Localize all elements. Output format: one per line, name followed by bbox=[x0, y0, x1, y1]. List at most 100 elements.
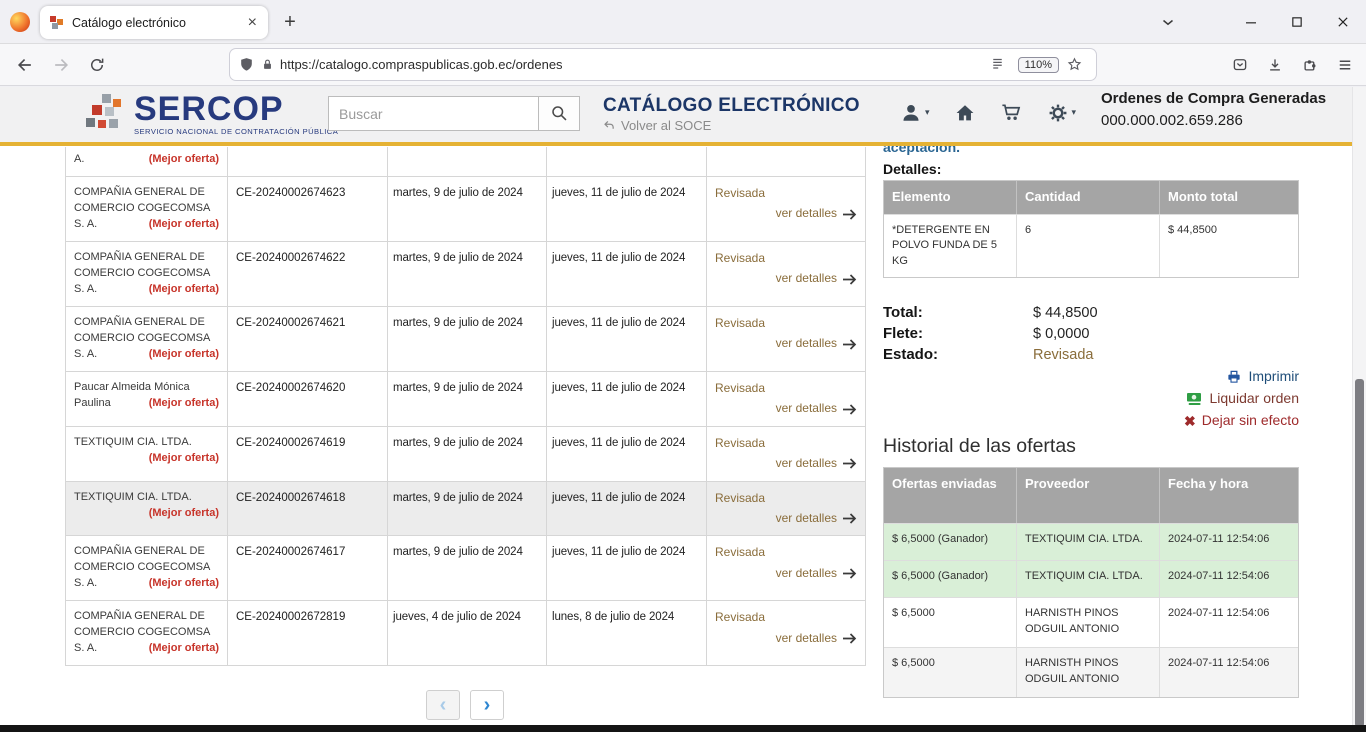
order-status: Revisada bbox=[715, 380, 857, 397]
delivery-date-cell: jueves, 11 de julio de 2024 bbox=[547, 242, 707, 306]
provider-cell: COMPAÑIA GENERAL DE COMERCIO COGECOMSA S… bbox=[66, 242, 228, 306]
ver-detalles-label: ver detalles bbox=[776, 270, 837, 287]
order-date-cell: jueves, 4 de julio de 2024 bbox=[388, 601, 547, 665]
browser-tab[interactable]: Catálogo electrónico × bbox=[40, 6, 268, 39]
order-code-cell: CE-20240002674617 bbox=[228, 536, 388, 600]
best-offer-label: (Mejor oferta) bbox=[149, 506, 219, 522]
return-icon bbox=[603, 119, 616, 132]
order-totals: Total: $ 44,8500 Flete: $ 0,0000 Estado:… bbox=[883, 305, 1299, 363]
pagination-next-button[interactable]: › bbox=[470, 690, 504, 720]
search-button[interactable] bbox=[538, 96, 580, 131]
catalog-title: CATÁLOGO ELECTRÓNICO bbox=[603, 95, 860, 117]
sercop-logo[interactable]: SERCOP SERVICIO NACIONAL DE CONTRATACIÓN… bbox=[84, 92, 338, 138]
menu-icon[interactable] bbox=[1327, 48, 1362, 82]
ver-detalles-link[interactable]: ver detalles bbox=[776, 630, 857, 647]
provider-cell: COMPAÑIA GENERAL DE COMERCIO COGECOMSA S… bbox=[66, 601, 228, 665]
ver-detalles-link[interactable]: ver detalles bbox=[776, 205, 857, 222]
total-row: Total: $ 44,8500 bbox=[883, 305, 1299, 321]
offer-provider: HARNISTH PINOS ODGUIL ANTONIO bbox=[1017, 648, 1160, 697]
window-maximize-button[interactable] bbox=[1274, 0, 1320, 44]
ver-detalles-link[interactable]: ver detalles bbox=[776, 400, 857, 417]
new-tab-button[interactable]: + bbox=[276, 9, 304, 37]
details-header-monto: Monto total bbox=[1160, 181, 1298, 214]
best-offer-label: (Mejor oferta) bbox=[149, 451, 219, 467]
ver-detalles-link[interactable]: ver detalles bbox=[776, 455, 857, 472]
details-amount: $ 44,8500 bbox=[1160, 215, 1298, 277]
delivery-date-cell: jueves, 11 de julio de 2024 bbox=[547, 307, 707, 371]
tab-favicon-icon bbox=[49, 15, 64, 30]
liquidar-orden-link[interactable]: Liquidar orden bbox=[1186, 390, 1299, 407]
order-code-cell: CE-20240002674621 bbox=[228, 307, 388, 371]
ver-detalles-label: ver detalles bbox=[776, 205, 837, 222]
arrow-right-icon bbox=[842, 633, 857, 644]
delivery-date-cell: lunes, 8 de julio de 2024 bbox=[547, 601, 707, 665]
page-scrollbar[interactable] bbox=[1352, 87, 1366, 732]
main-content: A. (Mejor oferta)COMPAÑIA GENERAL DE COM… bbox=[0, 146, 1352, 732]
arrow-right-icon bbox=[842, 209, 857, 220]
tracking-shield-icon[interactable] bbox=[238, 56, 255, 73]
sercop-logo-pixels-icon bbox=[84, 92, 130, 138]
tab-close-icon[interactable]: × bbox=[246, 15, 259, 31]
reload-button[interactable] bbox=[80, 48, 114, 82]
firefox-icon[interactable] bbox=[10, 12, 30, 32]
search-input[interactable] bbox=[328, 96, 538, 131]
extensions-icon[interactable] bbox=[1292, 48, 1327, 82]
pagination-prev-button[interactable]: ‹ bbox=[426, 690, 460, 720]
tab-list-chevron-icon[interactable] bbox=[1150, 8, 1186, 36]
pocket-icon[interactable] bbox=[1222, 48, 1257, 82]
delivery-date-cell: jueves, 11 de julio de 2024 bbox=[547, 177, 707, 241]
window-close-button[interactable] bbox=[1320, 0, 1366, 44]
bookmark-star-icon[interactable] bbox=[1066, 56, 1083, 73]
order-code-cell: CE-20240002674618 bbox=[228, 482, 388, 536]
history-header-fecha: Fecha y hora bbox=[1160, 468, 1298, 523]
total-value: $ 44,8500 bbox=[1033, 305, 1098, 321]
offer-amount: $ 6,5000 bbox=[884, 598, 1017, 647]
ver-detalles-link[interactable]: ver detalles bbox=[776, 270, 857, 287]
header-icon-menu: ▾ ▾ bbox=[900, 101, 1076, 124]
details-header-elemento: Elemento bbox=[884, 181, 1017, 214]
imprimir-link[interactable]: Imprimir bbox=[1226, 368, 1299, 385]
arrow-right-icon bbox=[842, 568, 857, 579]
delivery-date-cell: jueves, 11 de julio de 2024 bbox=[547, 482, 707, 536]
zoom-level-badge[interactable]: 110% bbox=[1018, 57, 1059, 73]
volver-soce-link[interactable]: Volver al SOCE bbox=[603, 118, 711, 133]
lock-icon[interactable] bbox=[260, 57, 275, 72]
order-row: COMPAÑIA GENERAL DE COMERCIO COGECOMSA S… bbox=[66, 177, 866, 242]
home-button[interactable] bbox=[954, 102, 976, 124]
details-header-cantidad: Cantidad bbox=[1017, 181, 1160, 214]
order-actions: Imprimir Liquidar orden ✖ Dejar sin efec… bbox=[883, 368, 1299, 429]
dejar-sin-efecto-label: Dejar sin efecto bbox=[1202, 412, 1299, 429]
downloads-icon[interactable] bbox=[1257, 48, 1292, 82]
order-row: Paucar Almeida Mónica Paulina (Mejor ofe… bbox=[66, 372, 866, 427]
history-table-body: $ 6,5000 (Ganador)TEXTIQUIM CIA. LTDA.20… bbox=[884, 523, 1298, 697]
ver-detalles-label: ver detalles bbox=[776, 510, 837, 527]
url-bar[interactable]: https://catalogo.compraspublicas.gob.ec/… bbox=[230, 49, 1096, 80]
dejar-sin-efecto-link[interactable]: ✖ Dejar sin efecto bbox=[1184, 412, 1299, 429]
settings-menu-button[interactable]: ▾ bbox=[1047, 102, 1077, 124]
forward-button[interactable] bbox=[44, 48, 78, 82]
status-cell: Revisadaver detalles bbox=[707, 536, 866, 600]
ver-detalles-link[interactable]: ver detalles bbox=[776, 510, 857, 527]
browser-window: Catálogo electrónico × + bbox=[0, 0, 1366, 732]
volver-soce-label: Volver al SOCE bbox=[621, 118, 711, 133]
scrollbar-thumb[interactable] bbox=[1355, 379, 1364, 727]
estado-row: Estado: Revisada bbox=[883, 347, 1299, 363]
user-menu-button[interactable]: ▾ bbox=[900, 102, 930, 124]
order-row: TEXTIQUIM CIA. LTDA. (Mejor oferta)CE-20… bbox=[66, 482, 866, 537]
cart-button[interactable] bbox=[1000, 101, 1023, 124]
best-offer-label: (Mejor oferta) bbox=[149, 152, 219, 168]
order-status: Revisada bbox=[715, 435, 857, 452]
window-minimize-button[interactable] bbox=[1228, 0, 1274, 44]
provider-cell: TEXTIQUIM CIA. LTDA. (Mejor oferta) bbox=[66, 427, 228, 481]
ver-detalles-link[interactable]: ver detalles bbox=[776, 565, 857, 582]
logo-subtitle: SERVICIO NACIONAL DE CONTRATACIÓN PÚBLIC… bbox=[134, 127, 338, 136]
back-button[interactable] bbox=[8, 48, 42, 82]
ver-detalles-label: ver detalles bbox=[776, 455, 837, 472]
order-row: COMPAÑIA GENERAL DE COMERCIO COGECOMSA S… bbox=[66, 242, 866, 307]
ver-detalles-link[interactable]: ver detalles bbox=[776, 335, 857, 352]
delivery-date-cell bbox=[547, 147, 707, 176]
order-status: Revisada bbox=[715, 185, 857, 202]
reader-view-icon[interactable] bbox=[989, 56, 1006, 73]
history-title: Historial de las ofertas bbox=[883, 435, 1299, 458]
provider-cell: A. (Mejor oferta) bbox=[66, 147, 228, 176]
